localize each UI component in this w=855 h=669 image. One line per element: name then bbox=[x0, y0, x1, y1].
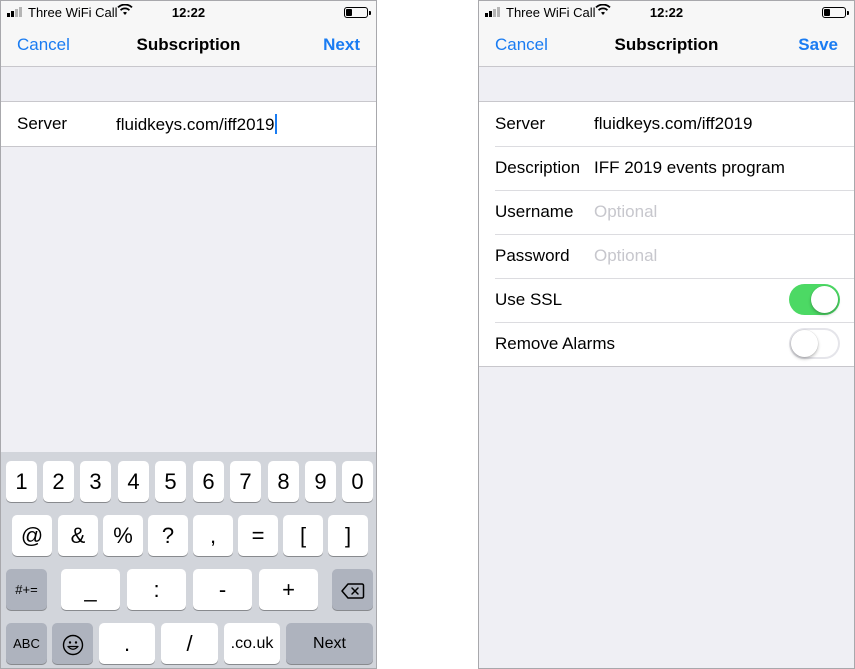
subscription-form: Server fluidkeys.com/iff2019 Description… bbox=[479, 101, 854, 367]
key-2[interactable]: 2 bbox=[43, 461, 74, 502]
key-question[interactable]: ? bbox=[148, 515, 188, 556]
key-3[interactable]: 3 bbox=[80, 461, 111, 502]
key-left-bracket[interactable]: [ bbox=[283, 515, 323, 556]
server-row[interactable]: Server fluidkeys.com/iff2019 bbox=[479, 102, 854, 146]
server-label: Server bbox=[17, 114, 68, 133]
keyboard: 1 2 3 4 5 6 7 8 9 0 @ & % ? , = [ ] #+= … bbox=[1, 452, 376, 668]
remove-alarms-label: Remove Alarms bbox=[495, 334, 615, 353]
cancel-button[interactable]: Cancel bbox=[17, 35, 70, 55]
status-time: 12:22 bbox=[649, 5, 684, 20]
key-right-bracket[interactable]: ] bbox=[328, 515, 368, 556]
key-9[interactable]: 9 bbox=[305, 461, 336, 502]
key-4[interactable]: 4 bbox=[118, 461, 149, 502]
use-ssl-toggle[interactable] bbox=[789, 284, 840, 315]
subscription-form: Server fluidkeys.com/iff2019 bbox=[1, 101, 376, 147]
key-6[interactable]: 6 bbox=[193, 461, 224, 502]
username-input[interactable]: Optional bbox=[594, 202, 657, 222]
key-7[interactable]: 7 bbox=[230, 461, 261, 502]
password-input[interactable]: Optional bbox=[594, 246, 657, 266]
key-ampersand[interactable]: & bbox=[58, 515, 98, 556]
key-5[interactable]: 5 bbox=[155, 461, 186, 502]
use-ssl-row: Use SSL bbox=[479, 278, 854, 322]
status-bar: Three WiFi Call 12:22 bbox=[479, 1, 854, 23]
key-percent[interactable]: % bbox=[103, 515, 143, 556]
password-row[interactable]: Password Optional bbox=[479, 234, 854, 278]
key-period[interactable]: . bbox=[99, 623, 155, 664]
username-row[interactable]: Username Optional bbox=[479, 190, 854, 234]
remove-alarms-row: Remove Alarms bbox=[479, 322, 854, 366]
username-label: Username bbox=[495, 202, 574, 221]
key-abc[interactable]: ABC bbox=[6, 623, 47, 664]
key-more-symbols[interactable]: #+= bbox=[6, 569, 47, 610]
toggle-knob bbox=[791, 330, 818, 357]
key-hyphen[interactable]: - bbox=[193, 569, 252, 610]
key-underscore[interactable]: _ bbox=[61, 569, 120, 610]
status-bar: Three WiFi Call 12:22 bbox=[1, 1, 376, 23]
cancel-button[interactable]: Cancel bbox=[495, 35, 548, 55]
save-button[interactable]: Save bbox=[798, 35, 838, 55]
delete-key[interactable] bbox=[332, 569, 373, 610]
navigation-bar: Cancel Subscription Next bbox=[1, 23, 376, 67]
keyboard-next-key[interactable]: Next bbox=[286, 623, 373, 664]
navigation-bar: Cancel Subscription Save bbox=[479, 23, 854, 67]
toggle-knob bbox=[811, 286, 838, 313]
key-plus[interactable]: + bbox=[259, 569, 318, 610]
next-button[interactable]: Next bbox=[323, 35, 360, 55]
right-phone-screen: Three WiFi Call 12:22 Cancel Subscriptio… bbox=[478, 0, 855, 669]
emoji-icon bbox=[62, 634, 83, 656]
description-label: Description bbox=[495, 158, 581, 177]
server-input[interactable]: fluidkeys.com/iff2019 bbox=[594, 114, 752, 134]
description-row[interactable]: Description IFF 2019 events program bbox=[479, 146, 854, 190]
status-time: 12:22 bbox=[171, 5, 206, 20]
key-comma[interactable]: , bbox=[193, 515, 233, 556]
description-input[interactable]: IFF 2019 events program bbox=[594, 158, 785, 178]
password-label: Password bbox=[495, 246, 570, 265]
key-0[interactable]: 0 bbox=[342, 461, 373, 502]
key-8[interactable]: 8 bbox=[268, 461, 299, 502]
server-input[interactable]: fluidkeys.com/iff2019 bbox=[116, 114, 278, 135]
server-row[interactable]: Server fluidkeys.com/iff2019 bbox=[1, 102, 376, 146]
server-value: fluidkeys.com/iff2019 bbox=[116, 115, 275, 134]
text-cursor bbox=[275, 114, 278, 134]
battery-icon bbox=[344, 7, 371, 18]
key-equals[interactable]: = bbox=[238, 515, 278, 556]
remove-alarms-toggle[interactable] bbox=[789, 328, 840, 359]
server-label: Server bbox=[495, 114, 546, 133]
key-colon[interactable]: : bbox=[127, 569, 186, 610]
use-ssl-label: Use SSL bbox=[495, 290, 563, 309]
backspace-icon bbox=[340, 583, 364, 599]
left-phone-screen: Three WiFi Call 12:22 Cancel Subscriptio… bbox=[0, 0, 377, 669]
battery-icon bbox=[822, 7, 849, 18]
key-slash[interactable]: / bbox=[161, 623, 218, 664]
key-1[interactable]: 1 bbox=[6, 461, 37, 502]
emoji-key[interactable] bbox=[52, 623, 93, 664]
key-at[interactable]: @ bbox=[12, 515, 52, 556]
key-domain[interactable]: .co.uk bbox=[224, 623, 280, 664]
